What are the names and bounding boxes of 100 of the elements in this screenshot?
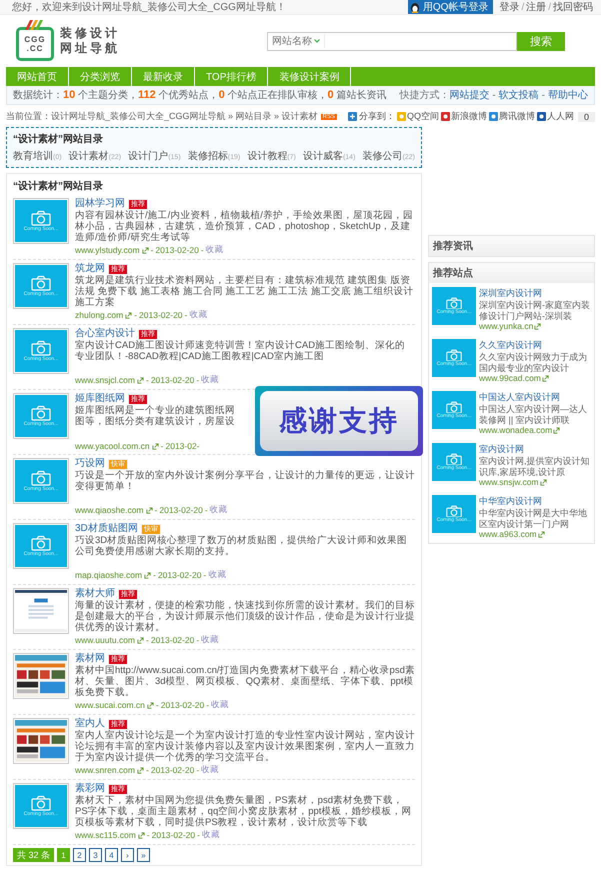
site-description: 巧设3D材质贴图网核心整理了数万的材质贴图，提供给广大设计师和效果图公司免费使用感谢大家长期的支持。 xyxy=(75,535,408,558)
quick-link[interactable]: 帮助中心 xyxy=(548,90,588,101)
account-link[interactable]: 找回密码 xyxy=(553,0,593,14)
site-name[interactable]: 室内人 xyxy=(75,718,105,730)
site-url[interactable]: www.wonadea.com xyxy=(479,425,591,435)
separator: - xyxy=(196,375,200,385)
sidebar-heading: 推荐资讯 xyxy=(429,236,594,256)
quick-link[interactable]: 软文投稿 xyxy=(498,90,539,101)
site-name[interactable]: 素材大师 xyxy=(75,588,115,600)
favorite-link[interactable]: 收藏 xyxy=(202,829,220,841)
site-name[interactable]: 深圳室内设计网 xyxy=(479,287,591,300)
separator: - xyxy=(203,570,206,580)
separator: - xyxy=(154,505,158,515)
account-link[interactable]: 注册 xyxy=(526,0,546,14)
favorite-link[interactable]: 收藏 xyxy=(201,634,220,646)
site-url[interactable]: www.yunka.cn xyxy=(479,321,591,331)
page-button[interactable]: 3 xyxy=(89,848,102,862)
page-button[interactable]: 1 xyxy=(57,848,70,862)
site-date: 2013-02-20 xyxy=(152,830,196,840)
site-name[interactable]: 素彩网 xyxy=(75,783,105,795)
separator: - xyxy=(200,245,204,255)
site-date: 2013-02-20 xyxy=(150,635,194,645)
site-url[interactable]: www.snsjw.com xyxy=(479,477,591,487)
favorite-link[interactable]: 收藏 xyxy=(208,569,226,581)
site-url[interactable]: www.snren.com xyxy=(75,765,135,775)
logo-text: .CC xyxy=(26,44,44,53)
share-link[interactable]: QQ空间 xyxy=(396,110,439,123)
separator: - xyxy=(206,700,210,710)
category-title: “设计素材”网站目录 xyxy=(13,132,104,146)
sidebar-heading: 推荐站点 xyxy=(429,263,594,283)
separator: - xyxy=(184,310,188,320)
share-link[interactable]: 人人网 xyxy=(536,110,574,123)
separator: - xyxy=(146,765,149,775)
site-date: 2013-02-20 xyxy=(158,570,202,580)
greeting-text: 您好，欢迎来到设计网址导航_装修公司大全_CGG网址导航！ xyxy=(12,0,287,14)
site-description: 深圳室内设计网-家庭室内装修设计门户网站-深圳装 xyxy=(479,300,591,321)
site-description: 海量的设计素材，便捷的检索功能，快速找到你所需的设计素材。我们的目标是创建最大的平台，为设计师展示他们顶级的设计作品，使命是为设计行业提供优秀的设计素材。 xyxy=(75,600,415,634)
site-description: 素材天下，素材中国网为您提供免费矢量图，PS素材，psd素材免费下载，PS字体下载，桌面主题素材，qq空间小窝皮肤素材，ppt模板，婚纱模板，网页模板等素材下载，同时提供PS教程，设计素材，设计欣赏等下载 xyxy=(75,795,412,829)
page-button[interactable]: 2 xyxy=(73,848,86,862)
search-type-select[interactable]: 网站名称 xyxy=(272,34,325,48)
site-url[interactable]: www.sc115.com xyxy=(75,830,136,840)
site-description: 中华室内设计网是大中华地区室内设计第一门户网 xyxy=(479,508,588,529)
favorite-link[interactable]: 收藏 xyxy=(211,699,230,711)
site-name[interactable]: 合心室内设计 xyxy=(75,328,135,340)
last-page-button[interactable]: » xyxy=(137,848,150,862)
site-name[interactable]: 巧设网 xyxy=(75,458,105,470)
site-name[interactable]: 中华室内设计网 xyxy=(479,495,591,508)
site-date: 2013-02-20 xyxy=(150,375,194,385)
site-name[interactable]: 筑龙网 xyxy=(75,263,105,275)
separator: - xyxy=(146,830,150,840)
site-name[interactable]: 素材网 xyxy=(75,653,105,665)
site-description: 图等，图纸分类有建筑设计，房屋设 xyxy=(75,416,236,428)
favorite-link[interactable]: 收藏 xyxy=(201,374,220,386)
site-url[interactable]: www.snsjcl.com xyxy=(75,375,135,385)
site-name[interactable]: 3D材质贴图网 xyxy=(75,523,138,535)
favorite-link[interactable]: 收藏 xyxy=(201,764,220,776)
site-url[interactable]: map.qiaoshe.com xyxy=(75,570,142,580)
favorite-link[interactable]: 收藏 xyxy=(189,309,208,321)
share-link[interactable]: 腾讯微博 xyxy=(488,110,535,123)
page-button[interactable]: 4 xyxy=(105,848,118,862)
site-url[interactable]: www.qiaoshe.com xyxy=(75,505,144,515)
site-url[interactable]: www.ylstudy.com xyxy=(75,245,140,255)
site-url[interactable]: www.99cad.com xyxy=(479,373,591,383)
favorite-link[interactable]: 收藏 xyxy=(210,504,228,516)
site-date: 2013-02-20 xyxy=(159,505,203,515)
separator: / xyxy=(521,2,524,12)
site-description: 素材中国http://www.sucai.com.cn/打造国内免费素材下载平台，精心收录psd素材、矢量、图片、3d模型、网页模板、QQ素材、桌面壁纸、字体下载、ppt模板免费下载。 xyxy=(75,665,415,699)
account-link[interactable]: 登录 xyxy=(499,0,520,14)
favorite-link[interactable]: 收藏 xyxy=(206,244,224,256)
site-description: 室内设计网,提供室内设计知识库,家居环境,设计原 xyxy=(479,456,591,477)
quick-link[interactable]: 网站提交 xyxy=(449,90,490,101)
share-link[interactable]: 新浪微博 xyxy=(440,110,487,123)
site-description: 巧设是一个开放的室内外设计案例分享平台，让设计的力量传的更远，让设计变得更简单！ xyxy=(75,470,415,492)
site-url[interactable]: www.a963.com xyxy=(479,529,591,539)
separator: - xyxy=(492,90,496,101)
site-date: 2013-02-20 xyxy=(155,245,199,255)
site-date: 2013-02-20 xyxy=(150,765,194,775)
site-name[interactable]: 久久室内设计网 xyxy=(479,339,591,352)
site-description: 筑龙网是建筑行业技术资料网站，主要栏目有：建筑标准规范 建筑图集 版资法规 免费下载 施工表格 施工合同 施工工艺 施工工法 施工交底 施工组织设计施工方案 xyxy=(75,275,414,309)
site-name[interactable]: 室内设计网 xyxy=(479,443,591,456)
site-description: 室内人室内设计论坛是一个为室内设计打造的专业性室内设计网站，室内设计论坛拥有丰富的室内设计装修内容以及室内设计效果图案例，室内人一直致力于为室内设计提供一个优秀的学习交流平台。 xyxy=(75,730,415,764)
next-page-button[interactable]: › xyxy=(121,848,134,862)
site-description: 室内设计CAD施工图设计师速竞特训营！室内设计CAD施工图绘制、深化的专业团队！-88CAD教程|CAD施工图教程|CAD室内施工图 xyxy=(75,340,406,362)
logo-title: 网址导航 xyxy=(60,41,120,56)
quick-label: 快捷方式： xyxy=(399,90,450,101)
site-url[interactable]: zhulong.com xyxy=(75,310,124,320)
search-button[interactable]: 搜索 xyxy=(517,32,565,50)
site-name[interactable]: 中国达人室内设计网 xyxy=(479,391,591,404)
logo-title: 装修设计 xyxy=(60,26,120,41)
separator: - xyxy=(196,765,200,775)
site-name[interactable]: 园林学习网 xyxy=(75,198,125,210)
separator: / xyxy=(548,2,551,12)
qq-login-button[interactable]: 用QQ帐号登录 xyxy=(408,0,494,14)
search-field[interactable]: 网站名称 xyxy=(267,32,517,50)
site-url[interactable]: www.yacool.com.cn xyxy=(75,441,150,451)
site-url[interactable]: www.sucai.com.cn xyxy=(75,700,145,710)
site-name[interactable]: 姬库图纸网 xyxy=(75,393,125,405)
site-url[interactable]: www.uuutu.com xyxy=(75,635,135,645)
listing-title: “设计素材”网站目录 xyxy=(13,180,104,194)
share-count: 0 xyxy=(578,112,595,122)
